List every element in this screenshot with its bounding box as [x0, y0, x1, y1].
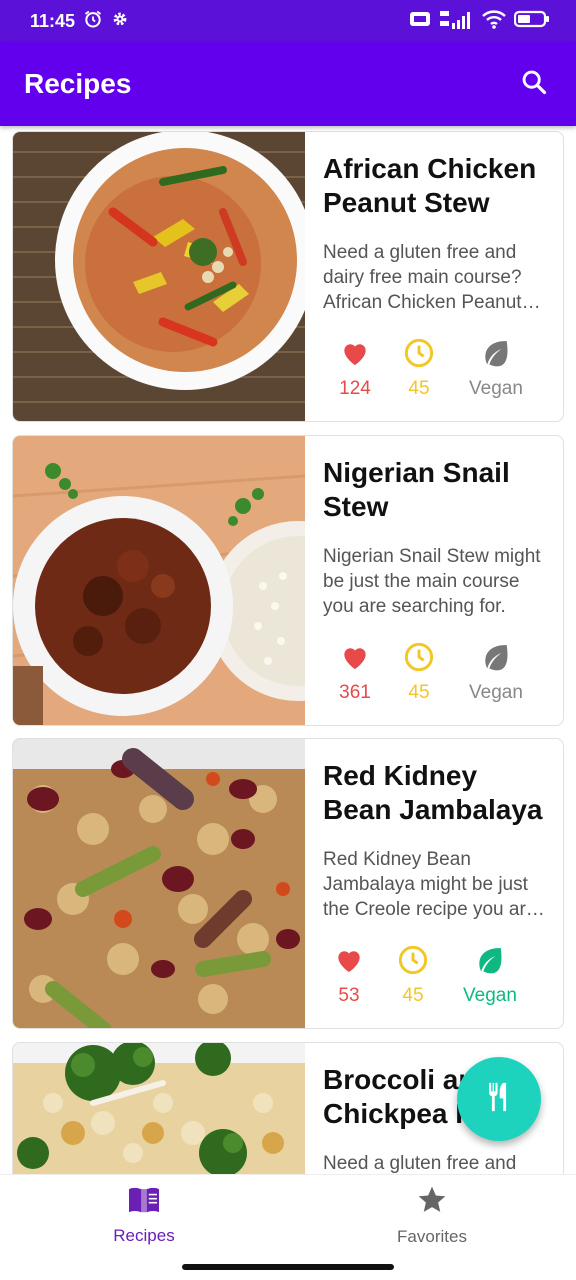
vegan-label: Vegan: [463, 985, 517, 1006]
nav-label-recipes: Recipes: [113, 1226, 175, 1245]
restaurant-icon: [482, 1080, 516, 1119]
clock-icon: [403, 337, 435, 374]
recipe-card[interactable]: Nigerian Snail Stew Nigerian Snail Stew …: [12, 435, 564, 726]
star-icon: [416, 1184, 448, 1221]
heart-icon: [339, 641, 371, 678]
leaf-icon: [480, 337, 512, 374]
clock-icon: [397, 944, 429, 981]
status-left: 11:45: [30, 9, 129, 34]
nav-item-recipes[interactable]: Recipes: [0, 1175, 288, 1256]
wifi-icon: [482, 9, 506, 34]
vegan-stat: Vegan: [451, 641, 541, 704]
leaf-icon: [480, 641, 512, 678]
likes-stat: 361: [323, 641, 387, 704]
bottom-navigation: Recipes Favorites: [0, 1174, 576, 1256]
vegan-label: Vegan: [469, 682, 523, 703]
time-minutes: 45: [408, 378, 430, 399]
recipe-description: Need a gluten free and: [323, 1153, 517, 1174]
home-indicator[interactable]: [182, 1264, 394, 1270]
nav-label-favorites: Favorites: [397, 1227, 467, 1246]
recipe-image: [13, 132, 305, 421]
settings-gear-icon: [111, 10, 129, 33]
heart-icon: [339, 337, 371, 374]
recipe-title: African Chicken Peanut Stew: [323, 153, 537, 218]
volte-icon: [410, 11, 430, 32]
status-time: 11:45: [30, 10, 76, 31]
likes-count: 361: [339, 682, 371, 703]
likes-count: 124: [339, 378, 371, 399]
food-joke-fab[interactable]: [457, 1057, 541, 1141]
recipe-card[interactable]: Red Kidney Bean Jambalaya Red Kidney Bea…: [12, 738, 564, 1029]
menu-book-icon: [127, 1185, 161, 1220]
clock-icon: [403, 641, 435, 678]
recipe-stats: 361 45 Vegan: [323, 641, 549, 704]
time-stat: 45: [381, 944, 445, 1007]
likes-count: 53: [338, 985, 360, 1006]
time-stat: 45: [387, 337, 451, 400]
vegan-label: Vegan: [469, 378, 523, 399]
leaf-icon: [474, 944, 506, 981]
search-icon: [520, 68, 548, 101]
recipe-title: Nigerian Snail Stew: [323, 457, 510, 522]
vegan-stat: Vegan: [445, 944, 535, 1007]
nav-item-favorites[interactable]: Favorites: [288, 1175, 576, 1256]
recipe-description: Need a gluten free and dairy free main c…: [323, 242, 522, 313]
recipe-info: Red Kidney Bean Jambalaya Red Kidney Bea…: [305, 739, 563, 1028]
recipe-card[interactable]: African Chicken Peanut Stew Need a glute…: [12, 131, 564, 422]
status-bar: 11:45: [0, 0, 576, 42]
recipe-stats: 124 45 Vegan: [323, 337, 549, 400]
time-stat: 45: [387, 641, 451, 704]
recipe-description: Nigerian Snail Stew might be just the ma…: [323, 546, 541, 617]
likes-stat: 53: [317, 944, 381, 1007]
page-title: Recipes: [24, 68, 132, 99]
alarm-icon: [83, 9, 103, 34]
recipe-info: African Chicken Peanut Stew Need a glute…: [305, 132, 563, 421]
cellular-signal-icon: [438, 9, 474, 34]
recipe-list[interactable]: African Chicken Peanut Stew Need a glute…: [0, 126, 576, 1174]
recipe-image: [13, 739, 305, 1028]
recipe-image: [13, 1043, 305, 1174]
heart-icon: [333, 944, 365, 981]
time-minutes: 45: [402, 985, 424, 1006]
time-minutes: 45: [408, 682, 430, 703]
recipe-title: Red Kidney Bean Jambalaya: [323, 760, 543, 825]
recipe-description: Red Kidney Bean Jambalaya might be just …: [323, 849, 537, 920]
status-right: [410, 9, 550, 34]
recipe-stats: 53 45 Vegan: [317, 944, 549, 1007]
likes-stat: 124: [323, 337, 387, 400]
vegan-stat: Vegan: [451, 337, 541, 400]
recipe-info: Nigerian Snail Stew Nigerian Snail Stew …: [305, 436, 563, 725]
battery-icon: [513, 9, 550, 34]
recipe-image: [13, 436, 305, 725]
search-button[interactable]: [514, 64, 554, 104]
app-bar: Recipes: [0, 42, 576, 126]
